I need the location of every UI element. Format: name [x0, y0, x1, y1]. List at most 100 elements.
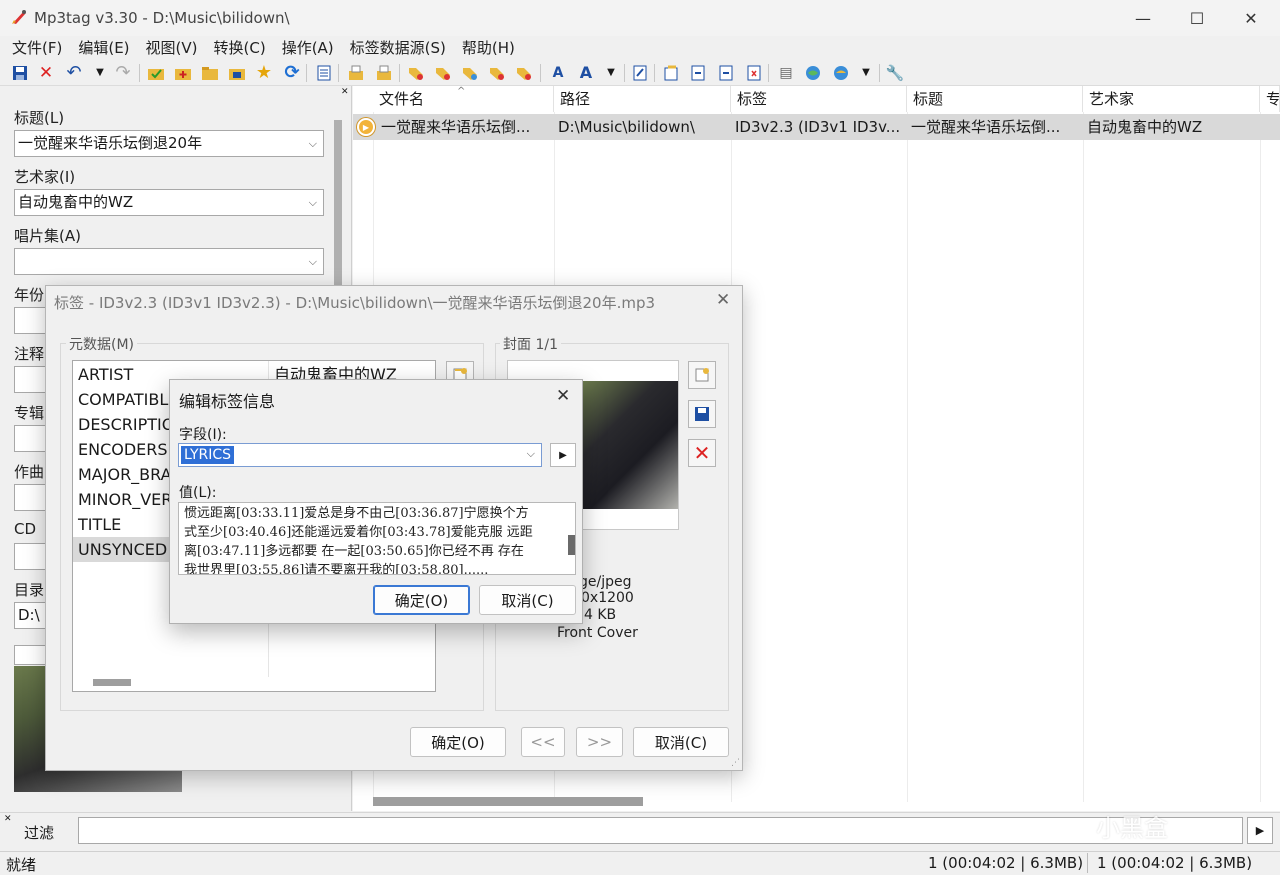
metadata-key: COMPATIBL [78, 390, 169, 409]
chevron-down-icon[interactable]: ⌵ [309, 131, 317, 156]
undo-dropdown-icon[interactable]: ▼ [90, 63, 110, 83]
filename-to-tag-icon[interactable] [433, 63, 453, 83]
web-source-icon[interactable] [803, 63, 823, 83]
metadata-key: DESCRIPTIO [78, 415, 175, 434]
tag-to-text-icon[interactable] [514, 63, 534, 83]
filter-input[interactable] [78, 817, 1243, 844]
web-sources-dropdown-icon[interactable]: ▼ [856, 63, 876, 83]
minimize-button[interactable]: — [1116, 0, 1170, 36]
column-title[interactable]: 标题 [907, 86, 1083, 112]
close-icon[interactable]: ✕ [716, 290, 730, 310]
doc-export-icon[interactable] [716, 63, 736, 83]
year-label: 年份 [14, 286, 45, 304]
edit-doc-icon[interactable] [630, 63, 650, 83]
menu-bar: 文件(F) 编辑(E) 视图(V) 转换(C) 操作(A) 标签数据源(S) 帮… [0, 36, 1280, 60]
filter-close-icon[interactable]: ✕ [4, 814, 12, 824]
add-folder-icon[interactable] [173, 63, 193, 83]
menu-actions[interactable]: 操作(A) [274, 36, 342, 60]
settings-wrench-icon[interactable]: 🔧 [885, 63, 905, 83]
edit-dialog-title: 编辑标签信息 [179, 392, 276, 411]
tag-cancel-button[interactable]: 取消(C) [633, 727, 729, 757]
edit-cancel-button[interactable]: 取消(C) [479, 585, 576, 615]
column-album[interactable]: 专 [1260, 86, 1280, 112]
value-scrollbar-thumb[interactable] [568, 535, 575, 555]
export-icon[interactable] [346, 63, 366, 83]
menu-edit[interactable]: 编辑(E) [70, 36, 137, 60]
lyrics-line: 离[03:47.11]多远都要 在一起[03:50.65]你已经不再 存在 [184, 544, 524, 559]
sort-asc-icon: ^ [457, 86, 466, 97]
lyrics-line: 惯远距离[03:33.11]爱总是身不由己[03:36.87]宁愿换个方 [184, 506, 529, 521]
menu-view[interactable]: 视图(V) [138, 36, 206, 60]
save-icon[interactable] [10, 63, 30, 83]
import-doc-icon[interactable] [661, 63, 681, 83]
doc-remove-icon[interactable] [744, 63, 764, 83]
column-tag[interactable]: 标签 [731, 86, 907, 112]
web-sources-icon[interactable] [831, 63, 851, 83]
column-path[interactable]: 路径 [554, 86, 731, 112]
undo-icon[interactable]: ↶ [64, 63, 84, 83]
close-button[interactable]: ✕ [1224, 0, 1278, 36]
menu-help[interactable]: 帮助(H) [454, 36, 523, 60]
field-select[interactable]: LYRICS ⌵ [178, 443, 542, 467]
redo-icon[interactable]: ↷ [113, 63, 133, 83]
text-to-tag-icon[interactable] [487, 63, 507, 83]
album-label: 唱片集(A) [14, 227, 81, 245]
chevron-down-icon[interactable]: ⌵ [309, 190, 317, 215]
cell-artist: 自动鬼畜中的WZ [1087, 118, 1203, 136]
tag-to-tag-icon[interactable] [460, 63, 480, 83]
toolbar: ✕ ↶ ▼ ↷ ★ ⟳ A A ▼ ▤ ▼ 🔧 [0, 60, 1280, 86]
freedb-icon[interactable]: ▤ [776, 63, 796, 83]
open-folder-check-icon[interactable] [146, 63, 166, 83]
title-field-value: 一觉醒来华语乐坛倒退20年 [18, 134, 203, 152]
directory-label: 目录 [14, 581, 45, 599]
metadata-key: UNSYNCED [78, 540, 168, 559]
close-icon[interactable]: ✕ [556, 386, 570, 406]
field-label: 字段(I): [179, 427, 227, 443]
print-icon[interactable] [374, 63, 394, 83]
edit-ok-button[interactable]: 确定(O) [373, 585, 470, 615]
field-menu-button[interactable]: ▶ [550, 443, 576, 467]
album-field[interactable]: ⌵ [14, 248, 324, 275]
previous-file-button[interactable]: << [521, 727, 565, 757]
list-view-icon[interactable] [314, 63, 334, 83]
doc-arrow-icon[interactable] [688, 63, 708, 83]
format-dropdown-icon[interactable]: ▼ [601, 63, 621, 83]
next-file-button[interactable]: >> [576, 727, 623, 757]
delete-cover-icon[interactable]: ✕ [688, 439, 716, 467]
chevron-down-icon[interactable]: ⌵ [309, 249, 317, 274]
resize-grip-icon[interactable]: ⋰ [731, 758, 740, 768]
menu-tag-sources[interactable]: 标签数据源(S) [342, 36, 454, 60]
filter-go-button[interactable]: ▶ [1247, 817, 1273, 844]
panel-close-icon[interactable]: ✕ [341, 87, 349, 97]
tag-to-filename-icon[interactable] [406, 63, 426, 83]
tag-dialog-title: 标签 - ID3v2.3 (ID3v1 ID3v2.3) - D:\Music\… [54, 294, 656, 312]
metadata-key: TITLE [78, 515, 122, 534]
title-field[interactable]: 一觉醒来华语乐坛倒退20年 ⌵ [14, 130, 324, 157]
value-textarea[interactable]: 惯远距离[03:33.11]爱总是身不由己[03:36.87]宁愿换个方 式至少… [178, 502, 576, 575]
artist-field[interactable]: 自动鬼畜中的WZ ⌵ [14, 189, 324, 216]
remove-tag-icon[interactable]: ✕ [36, 63, 56, 83]
menu-convert[interactable]: 转换(C) [206, 36, 274, 60]
metadata-scrollbar-thumb[interactable] [93, 679, 131, 686]
case-conversion-icon[interactable]: A [548, 63, 568, 83]
add-cover-icon[interactable] [688, 361, 716, 389]
app-logo-icon [10, 8, 28, 26]
save-cover-icon[interactable] [688, 400, 716, 428]
tag-ok-button[interactable]: 确定(O) [410, 727, 506, 757]
file-list-scrollbar-thumb[interactable] [373, 797, 643, 806]
cell-tag: ID3v2.3 (ID3v1 ID3v... [735, 118, 901, 136]
refresh-icon[interactable]: ⟳ [282, 63, 302, 83]
column-artist[interactable]: 艺术家 [1083, 86, 1260, 112]
title-label: 标题(L) [14, 109, 65, 127]
status-ready: 就绪 [6, 856, 37, 874]
favorite-star-icon[interactable]: ★ [254, 63, 274, 83]
audio-file-icon: ▶ [357, 118, 375, 136]
save-folder-icon[interactable] [227, 63, 247, 83]
menu-file[interactable]: 文件(F) [4, 36, 70, 60]
folder-icon[interactable] [200, 63, 220, 83]
chevron-down-icon[interactable]: ⌵ [527, 447, 535, 461]
cover-dimensions: 0x1200 [581, 590, 634, 606]
text-format-icon[interactable]: A [576, 63, 596, 83]
filter-label: 过滤 [24, 824, 55, 842]
maximize-button[interactable]: ☐ [1170, 0, 1224, 36]
